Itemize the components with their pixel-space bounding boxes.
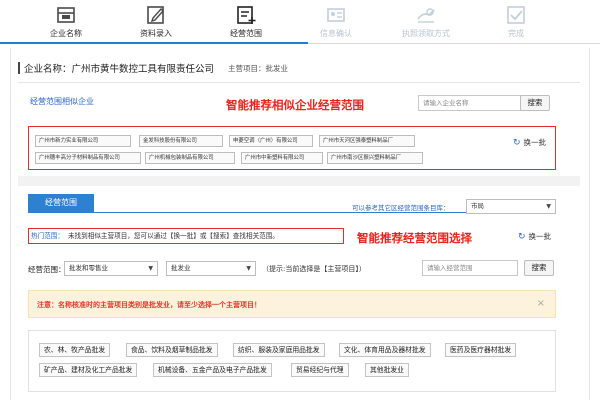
- subindustry-select[interactable]: 批发业 ▼: [166, 261, 256, 276]
- section-separator: [18, 176, 580, 186]
- step-label: 完成: [508, 29, 524, 38]
- similar-companies-box: 广州市新力实业有限公司 金发科技股份有限公司 申菱空调（广州）有限公司 广州市天…: [28, 126, 556, 170]
- step-business-scope[interactable]: 经营范围: [206, 4, 286, 42]
- company-chip[interactable]: 广州市南沙区振兴塑料制品厂: [327, 152, 423, 164]
- tab-business-scope[interactable]: 经营范围: [28, 194, 94, 212]
- category-option[interactable]: 文化、体育用品及器材批发: [339, 343, 431, 357]
- category-option[interactable]: 机械设备、五金产品及电子产品批发: [153, 363, 272, 377]
- similar-refresh-button[interactable]: ↻ 换一批: [513, 137, 546, 148]
- step-label: 资料录入: [140, 29, 172, 38]
- step-license-pickup[interactable]: 执照领取方式: [386, 4, 466, 42]
- step-bar: 企业名称 资料录入 经营范围 信息确认 执照领取方式 完成: [0, 0, 600, 44]
- chevron-down-icon: ▼: [246, 265, 251, 272]
- industry-select-value: 批发和零售业: [69, 264, 108, 272]
- step-complete[interactable]: 完成: [476, 4, 556, 42]
- annotation-similar: 智能推荐相似企业经营范围: [226, 98, 364, 112]
- step-progress-line: [0, 42, 308, 44]
- company-chip[interactable]: 广州机械包装制品有限公司: [145, 152, 235, 164]
- subindustry-select-value: 批发业: [171, 264, 191, 272]
- category-option[interactable]: 食品、饮料及烟草制品批发: [126, 343, 218, 357]
- library-select-value: 市局: [471, 202, 484, 210]
- step-label: 信息确认: [320, 29, 352, 38]
- annotation-scope: 智能推荐经营范围选择: [357, 231, 472, 245]
- hot-scope-box: 热门范围： 未找到相似主营项目，您可以通过【换一批】或【搜索】查找相关范围。: [28, 228, 344, 244]
- company-chip[interactable]: 广州市天河区强泰塑料制品厂: [319, 135, 415, 147]
- company-name: 企业名称：广州市黄牛数控工具有限责任公司: [24, 64, 215, 75]
- step-info-confirm[interactable]: 信息确认: [296, 4, 376, 42]
- category-option[interactable]: 医药及医疗器材批发: [445, 343, 517, 357]
- license-pickup-icon: [417, 8, 435, 23]
- company-chip[interactable]: 广州市中新塑料有限公司: [241, 152, 323, 164]
- company-chip[interactable]: 金发科技股份有限公司: [139, 135, 223, 147]
- hot-scope-label: 热门范围：: [31, 232, 64, 240]
- chevron-down-icon: ▼: [148, 265, 153, 272]
- edit-icon: [147, 6, 164, 24]
- library-select[interactable]: 市局 ▼: [466, 199, 556, 214]
- step-label: 经营范围: [230, 29, 262, 38]
- divider: [18, 82, 580, 83]
- category-option[interactable]: 纺织、服装及家庭用品批发: [233, 343, 325, 357]
- scope-search-button[interactable]: 搜索: [524, 260, 554, 276]
- title-marker: [18, 62, 20, 74]
- company-search-button[interactable]: 搜索: [520, 95, 550, 111]
- scope-label: 经营范围：: [28, 265, 66, 274]
- close-icon[interactable]: ×: [537, 298, 545, 309]
- scope-search-input[interactable]: 请输入经营范围: [422, 260, 518, 276]
- warning-banner: 注意：名称核准时的主营项目类别是批发业，请至少选择一个主营项目！ ×: [28, 290, 556, 318]
- step-label: 执照领取方式: [402, 29, 450, 38]
- industry-select[interactable]: 批发和零售业 ▼: [64, 261, 158, 276]
- similar-companies-title[interactable]: 经营范围相似企业: [30, 96, 94, 107]
- hot-scope-text: 未找到相似主营项目，您可以通过【换一批】或【搜索】查找相关范围。: [67, 232, 279, 240]
- company-chip[interactable]: 广州市新力实业有限公司: [35, 135, 131, 147]
- register-icon: [57, 7, 75, 23]
- refresh-icon: ↻: [513, 137, 521, 148]
- category-option[interactable]: 其他批发业: [365, 363, 409, 377]
- step-data-entry[interactable]: 资料录入: [116, 4, 196, 42]
- category-option[interactable]: 农、林、牧产品批发: [39, 343, 111, 357]
- company-header: 企业名称：广州市黄牛数控工具有限责任公司 主营项目：批发业: [18, 60, 288, 76]
- scope-refresh-button[interactable]: ↻ 换一批: [518, 231, 551, 242]
- company-chip[interactable]: 广州穗丰高分子材料制品有限公司: [35, 152, 141, 164]
- main-item: 主营项目：批发业: [228, 63, 289, 73]
- complete-icon: [507, 6, 525, 24]
- category-option[interactable]: 贸易经纪与代理: [291, 363, 349, 377]
- refresh-icon: ↻: [518, 231, 526, 242]
- chevron-down-icon: ▼: [546, 203, 551, 210]
- step-label: 企业名称: [50, 29, 82, 38]
- info-confirm-icon: [327, 8, 345, 22]
- refresh-label: 换一批: [523, 138, 547, 147]
- selection-hint: （提示:当前选择是【主营项目】）: [262, 265, 366, 273]
- scope-list-icon: [237, 6, 256, 24]
- warning-text: 注意：名称核准时的主营项目类别是批发业，请至少选择一个主营项目！: [37, 301, 261, 309]
- library-label: 可以参考其它区经营范围条目库：: [352, 204, 450, 212]
- refresh-label: 换一批: [528, 232, 552, 241]
- category-option[interactable]: 矿产品、建材及化工产品批发: [39, 363, 138, 377]
- step-company-name[interactable]: 企业名称: [26, 4, 106, 42]
- category-box: 农、林、牧产品批发 食品、饮料及烟草制品批发 纺织、服装及家庭用品批发 文化、体…: [28, 330, 556, 392]
- company-chip[interactable]: 申菱空调（广州）有限公司: [229, 135, 313, 147]
